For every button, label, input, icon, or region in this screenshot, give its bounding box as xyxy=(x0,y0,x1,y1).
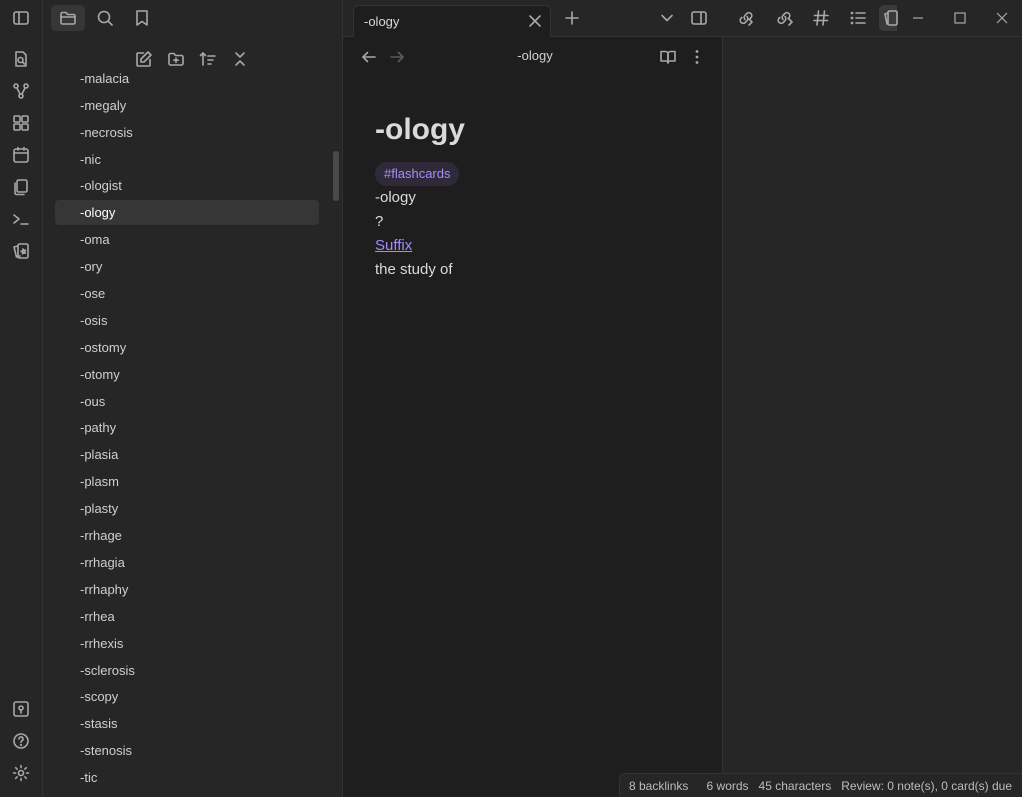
file-explorer-sidebar: -malacia -megaly -necrosis -nic -ologist… xyxy=(43,0,343,797)
bookmark-icon xyxy=(136,10,148,26)
file-tree: -malacia -megaly -necrosis -nic -ologist… xyxy=(43,65,342,797)
list-item[interactable]: -tic xyxy=(55,765,319,790)
note-line: -ology xyxy=(375,189,416,206)
list-item[interactable]: -scopy xyxy=(55,684,319,709)
list-item[interactable]: -sclerosis xyxy=(55,658,319,683)
backlinks-icon[interactable] xyxy=(737,9,755,27)
list-item[interactable]: -nic xyxy=(55,147,319,172)
window-close-icon[interactable] xyxy=(993,9,1011,27)
list-item[interactable]: -ous xyxy=(55,389,319,414)
right-sidebar xyxy=(723,0,1022,797)
status-bar: 8 backlinks 6 words 45 characters Review… xyxy=(619,773,1022,797)
note-title: -ology xyxy=(375,113,465,146)
quick-switcher-icon[interactable] xyxy=(10,48,32,70)
file-tree-scrollbar[interactable] xyxy=(333,151,339,201)
ribbon xyxy=(0,0,43,797)
list-item[interactable]: -ose xyxy=(55,281,319,306)
note-line: ? xyxy=(375,213,384,230)
note-content[interactable]: -ology #flashcards -ology ? Suffix the s… xyxy=(375,112,705,282)
list-item[interactable]: -rrhagia xyxy=(55,550,319,575)
files-tab[interactable] xyxy=(51,5,85,31)
list-item[interactable]: -necrosis xyxy=(55,120,319,145)
character-count: 45 characters xyxy=(758,778,832,793)
search-icon xyxy=(97,10,113,26)
search-tab[interactable] xyxy=(88,5,122,31)
graph-view-icon[interactable] xyxy=(10,80,32,102)
maximize-icon[interactable] xyxy=(951,9,969,27)
review-status[interactable]: Review: 0 note(s), 0 card(s) due xyxy=(841,779,1012,793)
chevron-down-icon[interactable] xyxy=(659,10,675,26)
internal-link[interactable]: Suffix xyxy=(375,237,412,254)
bookmarks-tab[interactable] xyxy=(125,5,159,31)
list-item[interactable]: -ologist xyxy=(55,173,319,198)
folder-icon xyxy=(60,11,76,25)
list-item[interactable]: -rrhea xyxy=(55,604,319,629)
daily-note-icon[interactable] xyxy=(10,144,32,166)
view-header: -ology xyxy=(343,37,723,77)
settings-icon[interactable] xyxy=(10,762,32,784)
list-item[interactable]: -ory xyxy=(55,254,319,279)
plus-icon[interactable] xyxy=(563,9,581,27)
vault-icon[interactable] xyxy=(10,698,32,720)
list-item[interactable]: -plasm xyxy=(55,469,319,494)
list-item-active[interactable]: -ology xyxy=(55,200,319,225)
list-item[interactable]: -otomy xyxy=(55,362,319,387)
list-item[interactable]: -plasty xyxy=(55,496,319,521)
word-count: 6 words xyxy=(706,778,749,793)
note-line: the study of xyxy=(375,261,453,278)
more-options-icon[interactable] xyxy=(689,48,705,66)
list-item[interactable]: -megaly xyxy=(55,93,319,118)
list-item[interactable]: -plasia xyxy=(55,442,319,467)
list-item[interactable]: -stenosis xyxy=(55,738,319,763)
templates-icon[interactable] xyxy=(10,176,32,198)
tags-icon[interactable] xyxy=(812,9,830,27)
book-open-icon[interactable] xyxy=(659,48,677,66)
list-item[interactable]: -oma xyxy=(55,227,319,252)
editor-pane: -ology -ology -ology #flashcards -ology … xyxy=(343,0,723,797)
tag-pill[interactable]: #flashcards xyxy=(375,162,460,186)
list-item[interactable]: -malacia xyxy=(55,66,319,91)
list-item[interactable]: -ostomy xyxy=(55,335,319,360)
command-palette-icon[interactable] xyxy=(10,208,32,230)
flashcard-review-icon xyxy=(884,10,898,26)
right-sidebar-toggle-icon[interactable] xyxy=(690,9,708,27)
tab-title: -ology xyxy=(364,14,400,29)
help-icon[interactable] xyxy=(10,730,32,752)
sidebar-toggle-icon[interactable] xyxy=(10,7,32,29)
sidebar-tabs xyxy=(43,0,342,37)
tab-ology[interactable]: -ology xyxy=(353,5,551,37)
minimize-icon[interactable] xyxy=(909,9,927,27)
outgoing-links-icon[interactable] xyxy=(775,9,793,27)
right-sidebar-header xyxy=(723,0,1022,37)
list-item[interactable]: -osis xyxy=(55,308,319,333)
list-item[interactable]: -rrhaphy xyxy=(55,577,319,602)
bookmark-panel-icon[interactable] xyxy=(879,5,898,31)
close-icon[interactable] xyxy=(528,14,542,28)
list-item[interactable]: -stasis xyxy=(55,711,319,736)
tab-strip: -ology xyxy=(343,0,723,37)
canvas-icon[interactable] xyxy=(10,112,32,134)
outline-icon[interactable] xyxy=(849,9,867,27)
list-item[interactable]: -rrhexis xyxy=(55,631,319,656)
flashcards-icon[interactable] xyxy=(10,240,32,262)
backlinks-count[interactable]: 8 backlinks xyxy=(629,779,688,793)
list-item[interactable]: -rrhage xyxy=(55,523,319,548)
list-item[interactable]: -pathy xyxy=(55,415,319,440)
